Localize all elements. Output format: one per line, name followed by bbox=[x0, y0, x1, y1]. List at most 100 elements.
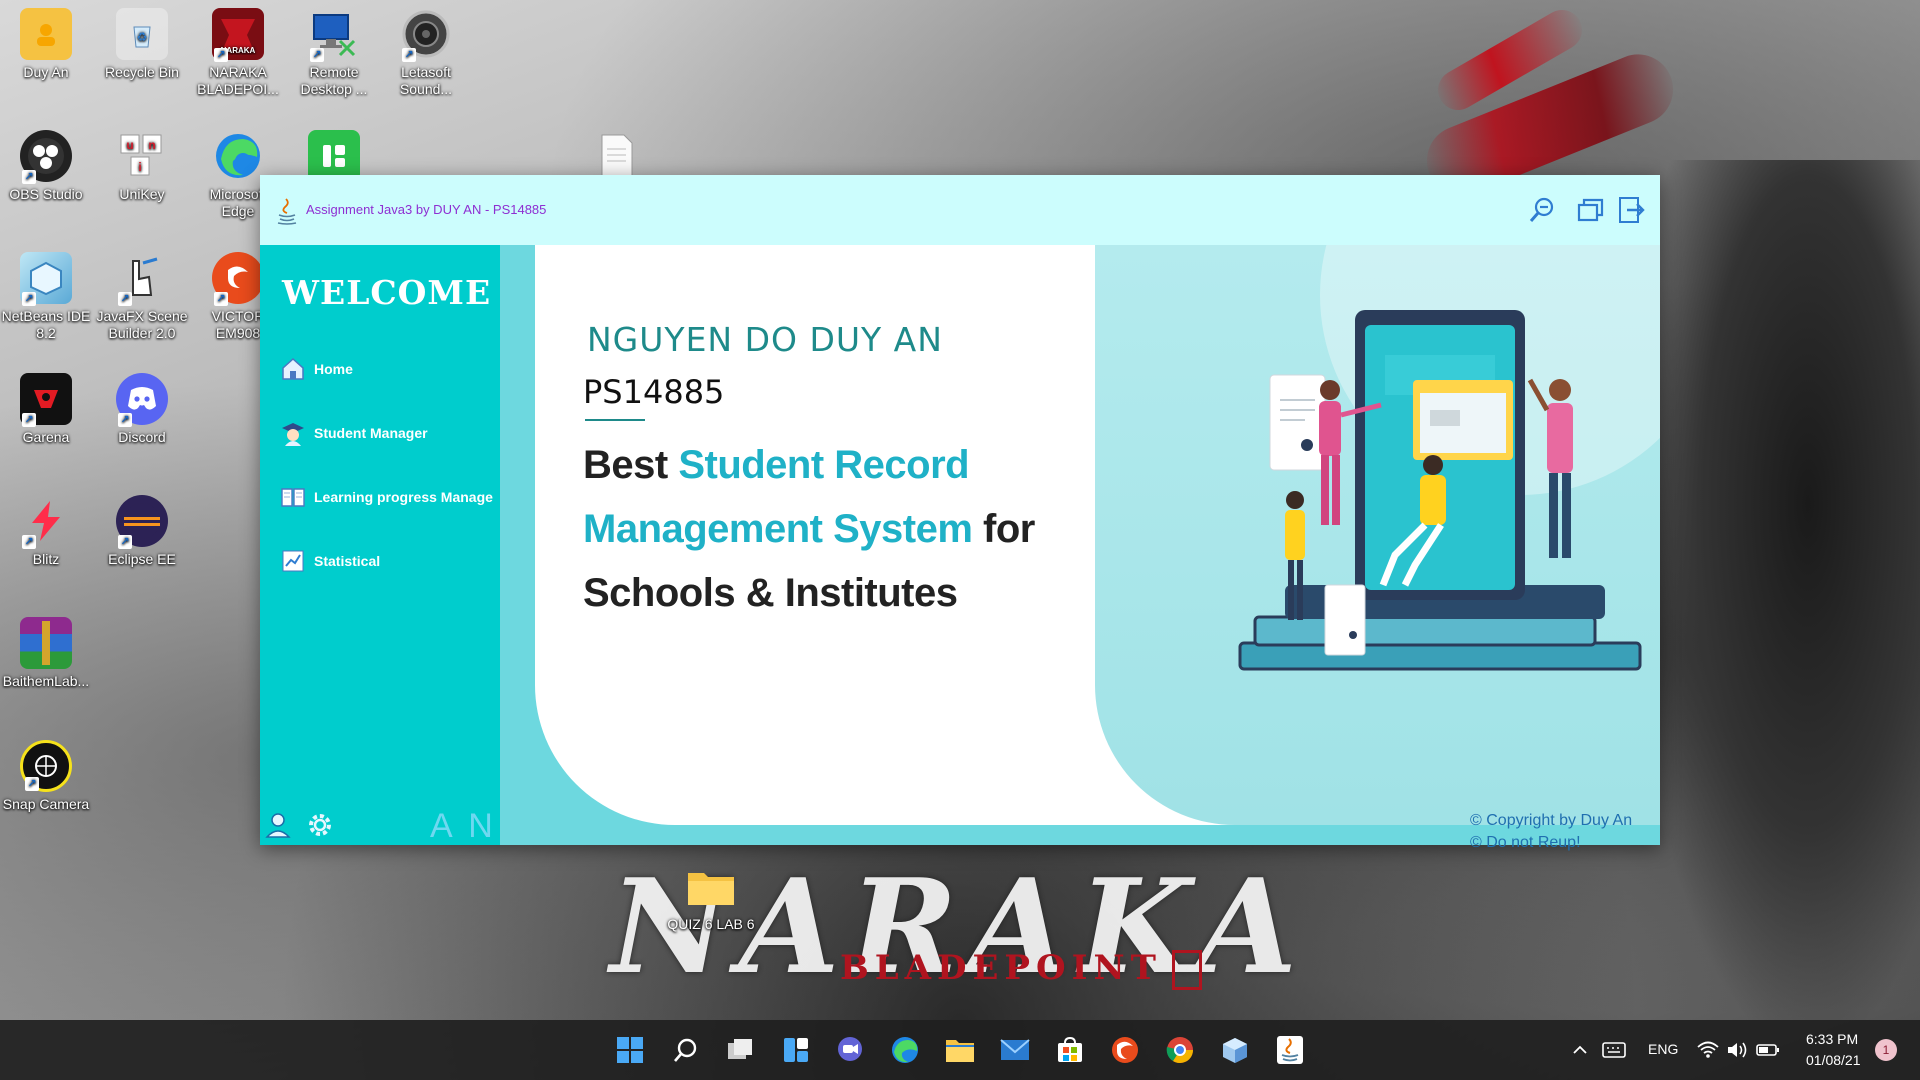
recycle-bin-icon: ♻ bbox=[116, 8, 168, 60]
desktop-icon-netbeans[interactable]: ↗ NetBeans IDE 8.2 bbox=[0, 252, 92, 342]
exit-button[interactable] bbox=[1615, 193, 1649, 227]
taskbar-victor[interactable] bbox=[1105, 1030, 1145, 1070]
desktop-icon-label: QUIZ 6 LAB 6 bbox=[667, 916, 755, 932]
settings-gear-icon[interactable] bbox=[306, 811, 334, 839]
svg-text:u: u bbox=[126, 138, 133, 152]
desktop-icon-label: OBS Studio bbox=[9, 186, 83, 202]
tagline-line-2: Management System for bbox=[583, 507, 1035, 551]
desktop-icon-blitz[interactable]: ↗ Blitz bbox=[0, 495, 92, 568]
sidebar: WELCOME Home Student Manager Learning pr… bbox=[260, 245, 500, 845]
desktop-icon-remote-desktop[interactable]: ↗ Remote Desktop ... bbox=[288, 8, 380, 98]
clock-time[interactable]: 6:33 PM bbox=[1806, 1031, 1858, 1047]
winrar-icon bbox=[20, 617, 72, 669]
home-icon bbox=[280, 356, 306, 382]
book-icon bbox=[280, 484, 306, 510]
touch-keyboard-button[interactable] bbox=[1594, 1030, 1634, 1070]
copyright-notice: © Do not Reup! bbox=[1470, 834, 1581, 851]
folder-icon bbox=[946, 1040, 974, 1062]
desktop-icon-winrar[interactable]: BaithemLab... bbox=[0, 617, 92, 690]
wifi-icon bbox=[1697, 1041, 1719, 1058]
desktop-icon-duy-an[interactable]: Duy An bbox=[0, 8, 92, 81]
taskbar-file-explorer[interactable] bbox=[940, 1030, 980, 1070]
netbeans-icon: ↗ bbox=[20, 252, 72, 306]
victor-icon bbox=[1112, 1037, 1138, 1063]
teams-chat-button[interactable] bbox=[830, 1030, 870, 1070]
desktop-icon-label: Letasoft Sound... bbox=[399, 64, 453, 97]
desktop-icon-letasoft[interactable]: ↗ Letasoft Sound... bbox=[380, 8, 472, 98]
desktop-icon-eclipse[interactable]: ↗ Eclipse EE bbox=[96, 495, 188, 568]
taskbar-edge[interactable] bbox=[885, 1030, 925, 1070]
garena-icon: ↗ bbox=[20, 373, 72, 427]
sidebar-item-learning-progress[interactable]: Learning progress Manage bbox=[280, 481, 493, 513]
desktop-icon-label: UniKey bbox=[119, 186, 165, 202]
speaker-icon bbox=[1728, 1042, 1747, 1058]
desktop-icon-obs[interactable]: ↗ OBS Studio bbox=[0, 130, 92, 203]
cube-icon bbox=[1223, 1038, 1247, 1063]
desktop-icon-label: Garena bbox=[22, 429, 70, 445]
chevron-up-icon bbox=[1573, 1045, 1587, 1054]
main-content: NGUYEN DO DUY AN PS14885 Best Student Re… bbox=[500, 245, 1660, 851]
discord-icon: ↗ bbox=[116, 373, 168, 427]
sidebar-item-student-manager[interactable]: Student Manager bbox=[280, 417, 428, 449]
sidebar-item-statistical[interactable]: Statistical bbox=[280, 545, 380, 577]
zoom-button[interactable] bbox=[1525, 193, 1559, 227]
wallpaper-character bbox=[1640, 160, 1920, 1020]
taskbar-mail[interactable] bbox=[995, 1030, 1035, 1070]
eclipse-icon: ↗ bbox=[116, 495, 168, 549]
app-window: Assignment Java3 by DUY AN - PS14885 WEL… bbox=[260, 175, 1660, 851]
desktop-icon-discord[interactable]: ↗ Discord bbox=[96, 373, 188, 446]
taskbar-3d-app[interactable] bbox=[1215, 1030, 1255, 1070]
students-illustration bbox=[1238, 310, 1642, 671]
widgets-button[interactable] bbox=[776, 1030, 816, 1070]
zoom-out-icon bbox=[1529, 197, 1554, 222]
desktop-icon-recycle-bin[interactable]: ♻ Recycle Bin bbox=[96, 8, 188, 81]
sidebar-item-label: Student Manager bbox=[314, 425, 428, 441]
student-id: PS14885 bbox=[583, 373, 725, 411]
desktop-icon-label: BaithemLab... bbox=[2, 673, 90, 689]
taskbar-chrome[interactable] bbox=[1160, 1030, 1200, 1070]
start-button[interactable] bbox=[610, 1030, 650, 1070]
battery-button[interactable] bbox=[1748, 1030, 1788, 1070]
sidebar-item-label: Home bbox=[314, 361, 353, 377]
desktop-icon-quiz-folder[interactable]: QUIZ 6 LAB 6 bbox=[665, 860, 757, 933]
student-icon bbox=[280, 420, 306, 446]
desktop-icon-label: Snap Camera bbox=[2, 796, 90, 812]
divider bbox=[585, 419, 645, 421]
task-view-button[interactable] bbox=[720, 1030, 760, 1070]
speaker-icon: ↗ bbox=[400, 8, 452, 62]
chart-icon bbox=[280, 548, 306, 574]
desktop-icon-garena[interactable]: ↗ Garena bbox=[0, 373, 92, 446]
desktop-icon-unikey[interactable]: u ni UniKey bbox=[96, 130, 188, 203]
sidebar-item-home[interactable]: Home bbox=[280, 353, 353, 385]
notification-button[interactable]: 1 bbox=[1866, 1030, 1906, 1070]
keyboard-icon bbox=[1602, 1042, 1626, 1058]
desktop-icon-naraka[interactable]: NARAKA ↗ NARAKA BLADEPOI... bbox=[192, 8, 284, 98]
chat-icon bbox=[838, 1037, 862, 1061]
user-icon[interactable] bbox=[264, 811, 292, 839]
desktop-icon-snap-camera[interactable]: ↗ Snap Camera bbox=[0, 740, 92, 813]
title-bar[interactable]: Assignment Java3 by DUY AN - PS14885 bbox=[260, 175, 1660, 245]
svg-text:n: n bbox=[148, 138, 155, 152]
sidebar-item-label: Learning progress Manage bbox=[314, 489, 493, 505]
chrome-icon bbox=[1166, 1037, 1194, 1064]
exit-arrow-icon bbox=[1619, 197, 1645, 223]
tagline-line-1: Best Student Record bbox=[583, 443, 970, 487]
search-button[interactable] bbox=[666, 1030, 706, 1070]
java-icon bbox=[277, 198, 297, 225]
clock-date[interactable]: 01/08/21 bbox=[1806, 1052, 1861, 1068]
restore-button[interactable] bbox=[1573, 193, 1607, 227]
taskbar-store[interactable] bbox=[1050, 1030, 1090, 1070]
folder-icon bbox=[685, 860, 737, 912]
desktop-icon-label: NetBeans IDE 8.2 bbox=[1, 308, 91, 341]
welcome-heading: WELCOME bbox=[282, 273, 492, 312]
store-icon bbox=[1058, 1036, 1082, 1062]
scene-builder-icon: ↗ bbox=[116, 252, 168, 306]
sidebar-logo: A N bbox=[430, 807, 497, 845]
input-language[interactable]: ENG bbox=[1648, 1041, 1678, 1057]
desktop-icon-label: Blitz bbox=[32, 551, 60, 567]
desktop-icon-scene-builder[interactable]: ↗ JavaFX Scene Builder 2.0 bbox=[96, 252, 188, 342]
window-title: Assignment Java3 by DUY AN - PS14885 bbox=[306, 202, 547, 217]
taskbar-java-app[interactable] bbox=[1270, 1030, 1310, 1070]
tagline-line-3: Schools & Institutes bbox=[583, 571, 958, 615]
desktop-icon-label: Recycle Bin bbox=[105, 64, 179, 80]
